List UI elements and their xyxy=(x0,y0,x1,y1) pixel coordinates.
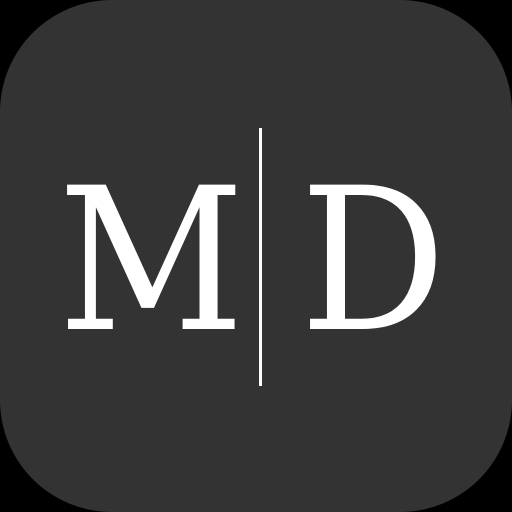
app-icon-tile: M D xyxy=(0,0,512,512)
monogram-divider xyxy=(259,128,262,386)
monogram-letter-right: D xyxy=(300,145,447,376)
monogram-letter-left: M xyxy=(58,145,245,376)
